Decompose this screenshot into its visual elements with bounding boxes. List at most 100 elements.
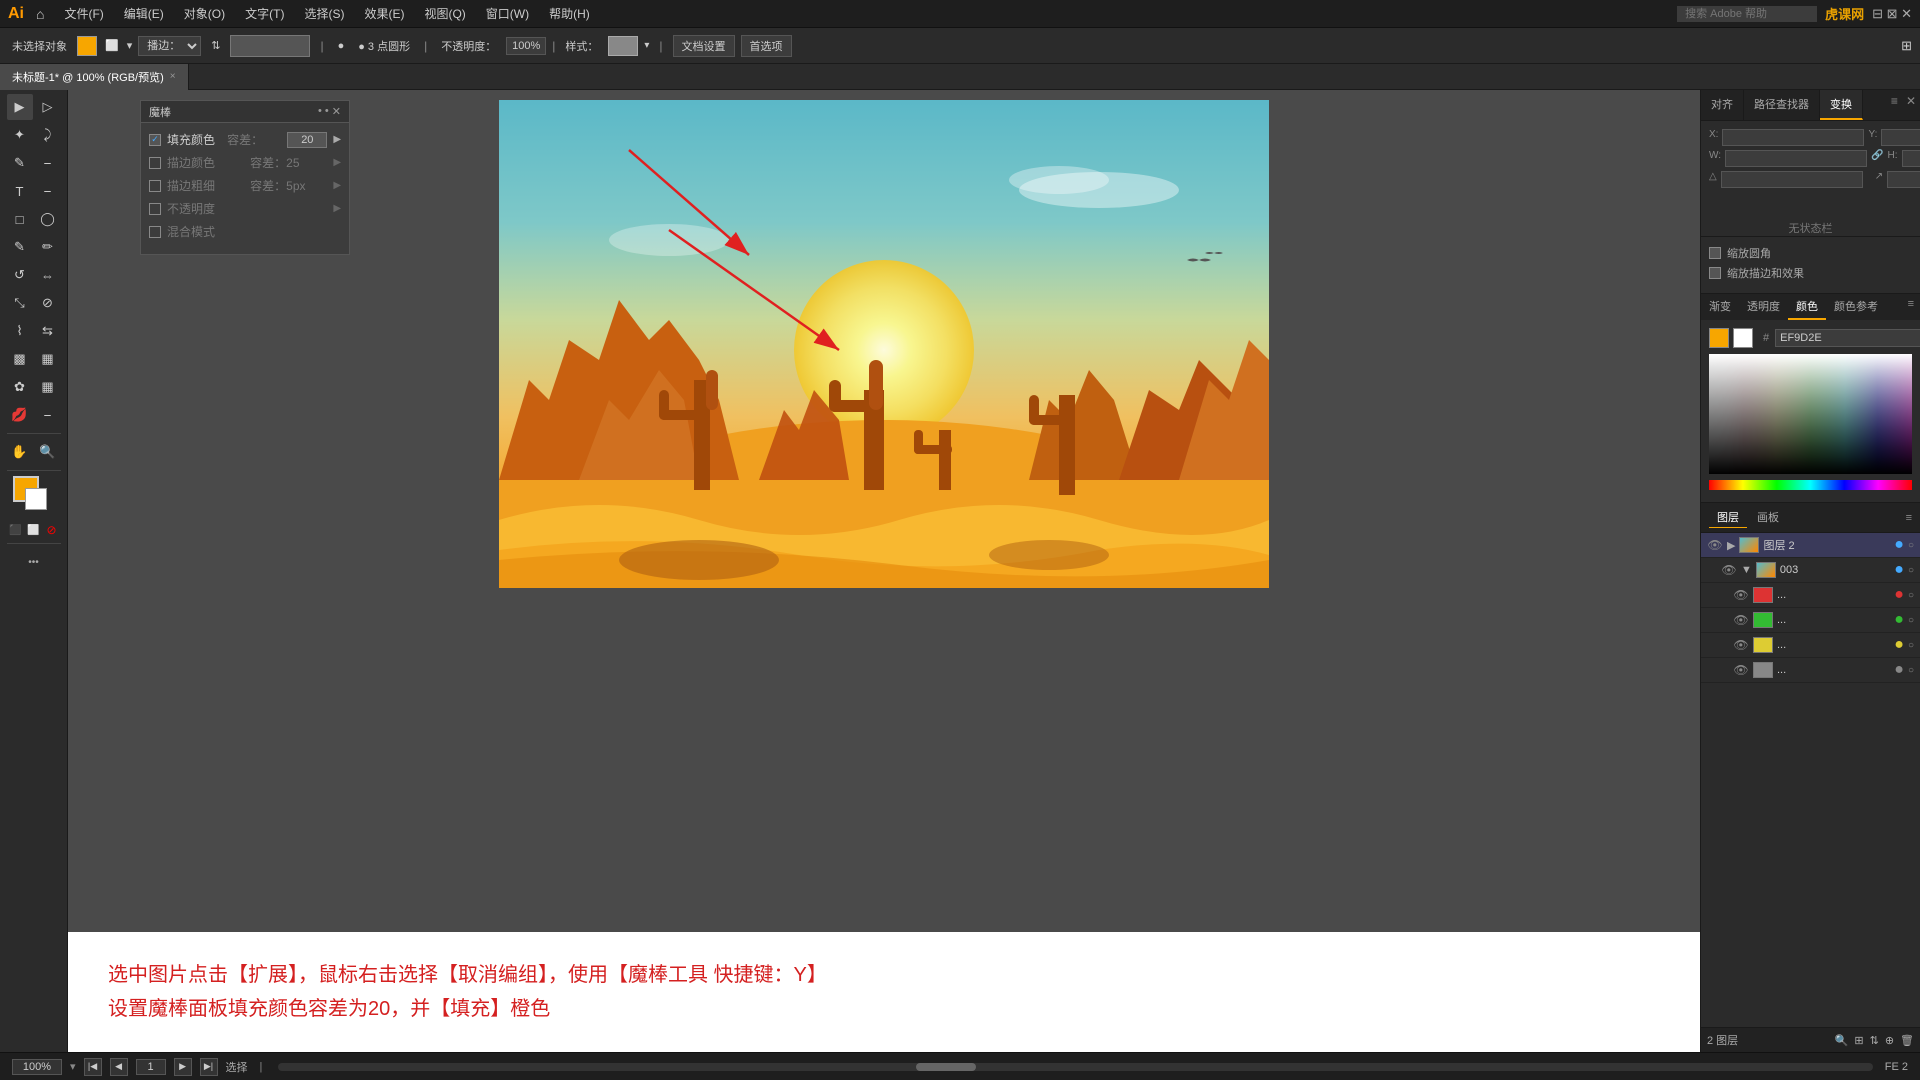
corner-checkbox[interactable] xyxy=(1709,247,1721,259)
document-tab[interactable]: 未标题-1* @ 100% (RGB/预览) × xyxy=(0,64,189,90)
yellow-lock-icon[interactable]: ○ xyxy=(1908,640,1914,651)
layer-search-icon[interactable]: 🔍 xyxy=(1835,1034,1849,1047)
layer-item-layer2[interactable]: 👁 ▶ 图层 2 ● ○ xyxy=(1701,533,1920,558)
layer2-eye-icon[interactable]: 👁 xyxy=(1707,538,1723,552)
hand-tool[interactable]: ✋ xyxy=(7,439,33,465)
menu-help[interactable]: 帮助(H) xyxy=(541,3,598,24)
gray-lock-icon[interactable]: ○ xyxy=(1908,665,1914,676)
ellipse-tool[interactable]: ◯ xyxy=(35,206,61,232)
next-page-btn[interactable]: ▶ xyxy=(174,1058,192,1076)
mode-select[interactable]: 播边： xyxy=(138,36,201,56)
window-controls[interactable]: ⊟ ⊠ ✕ xyxy=(1872,6,1912,22)
shear-input[interactable] xyxy=(1887,171,1920,188)
horizontal-scrollbar[interactable] xyxy=(278,1063,1872,1071)
hex-input[interactable] xyxy=(1775,329,1920,347)
more-tools-btn[interactable]: ••• xyxy=(21,549,47,575)
x-input[interactable] xyxy=(1722,129,1864,146)
close-panel-btn[interactable]: ✕ xyxy=(332,105,341,118)
stroke-swatch[interactable] xyxy=(1733,328,1753,348)
default-colors-icon[interactable]: ⬛ xyxy=(8,522,24,538)
blend-mode-checkbox[interactable] xyxy=(149,226,161,238)
panel-options[interactable]: • • ✕ xyxy=(318,105,341,118)
background-color[interactable] xyxy=(25,488,47,510)
angle-input[interactable] xyxy=(1721,171,1863,188)
transparency-tab[interactable]: 透明度 xyxy=(1739,294,1788,320)
doc-settings-btn[interactable]: 文档设置 xyxy=(673,35,735,57)
color-mode-icon[interactable]: ⬜ xyxy=(26,522,42,538)
menu-select[interactable]: 选择(S) xyxy=(296,3,352,24)
brush-options[interactable]: ▾ xyxy=(127,39,133,52)
width-tool[interactable]: ⇆ xyxy=(35,318,61,344)
rotate-tool[interactable]: ↺ xyxy=(7,262,33,288)
align-tab[interactable]: 对齐 xyxy=(1701,90,1744,120)
eyedropper-tool[interactable]: 💋 xyxy=(7,402,33,428)
fill-swatch[interactable] xyxy=(1709,328,1729,348)
gradient-tab[interactable]: 渐变 xyxy=(1701,294,1739,320)
last-page-btn[interactable]: ▶| xyxy=(200,1058,218,1076)
paintbrush-tool[interactable]: ✎ xyxy=(7,234,33,260)
none-icon[interactable]: ⊘ xyxy=(44,522,60,538)
color-gradient-picker[interactable] xyxy=(1709,354,1912,474)
select-tool[interactable]: ▶ xyxy=(7,94,33,120)
warp-tool[interactable]: ⌇ xyxy=(7,318,33,344)
menu-type[interactable]: 文字(T) xyxy=(237,3,292,24)
opacity-input[interactable] xyxy=(506,37,546,55)
layer2-lock-icon[interactable]: ○ xyxy=(1908,540,1914,551)
layer-arrange-icon[interactable]: ⇅ xyxy=(1870,1034,1879,1047)
layer-item-green[interactable]: 👁 ... ● ○ xyxy=(1701,608,1920,633)
layers-panel-menu[interactable]: ≡ xyxy=(1906,512,1912,524)
layer2-expand-icon[interactable]: ▶ xyxy=(1727,539,1735,552)
003-lock-icon[interactable]: ○ xyxy=(1908,565,1914,576)
layer-delete-icon[interactable]: 🗑 xyxy=(1900,1034,1914,1047)
menu-file[interactable]: 文件(F) xyxy=(56,3,111,24)
green-eye-icon[interactable]: 👁 xyxy=(1733,613,1749,627)
transform-tab[interactable]: 变换 xyxy=(1820,90,1863,120)
layers-tab[interactable]: 图层 xyxy=(1709,507,1747,528)
search-input[interactable] xyxy=(1677,6,1817,22)
yellow-eye-icon[interactable]: 👁 xyxy=(1733,638,1749,652)
zoom-tool[interactable]: 🔍 xyxy=(35,439,61,465)
slice-tool[interactable]: ▦ xyxy=(35,374,61,400)
column-graph-tool[interactable]: ▩ xyxy=(7,346,33,372)
rect-tool[interactable]: □ xyxy=(7,206,33,232)
gray-eye-icon[interactable]: 👁 xyxy=(1733,663,1749,677)
menu-window[interactable]: 窗口(W) xyxy=(478,3,537,24)
layer-create-icon[interactable]: ⊕ xyxy=(1885,1034,1894,1047)
direct-select-tool[interactable]: ▷ xyxy=(35,94,61,120)
prev-page-btn[interactable]: ◀ xyxy=(110,1058,128,1076)
pen-tool[interactable]: ✎ xyxy=(7,150,33,176)
layer-item-yellow[interactable]: 👁 ... ● ○ xyxy=(1701,633,1920,658)
red-eye-icon[interactable]: 👁 xyxy=(1733,588,1749,602)
preferences-btn[interactable]: 首选项 xyxy=(741,35,792,57)
layer-add-page-icon[interactable]: ⊞ xyxy=(1854,1034,1863,1047)
menu-object[interactable]: 对象(O) xyxy=(176,3,233,24)
tolerance-arrow[interactable]: ▶ xyxy=(333,134,341,145)
red-lock-icon[interactable]: ○ xyxy=(1908,590,1914,601)
symbol-tool[interactable]: ✿ xyxy=(7,374,33,400)
color-tab[interactable]: 颜色 xyxy=(1788,294,1826,320)
type-tool[interactable]: T xyxy=(7,178,33,204)
003-expand-icon[interactable]: ▼ xyxy=(1741,564,1752,576)
fill-color-checkbox[interactable]: ✓ xyxy=(149,134,161,146)
style-arrow[interactable]: ▾ xyxy=(644,40,649,51)
003-eye-icon[interactable]: 👁 xyxy=(1721,563,1737,577)
right-panel-close[interactable]: ✕ xyxy=(1902,90,1920,120)
scale-tool[interactable]: ⤡ xyxy=(7,290,33,316)
layer-item-003[interactable]: 👁 ▼ 003 ● ○ xyxy=(1701,558,1920,583)
measure-tool[interactable]: ⎯ xyxy=(35,402,61,428)
pencil-tool[interactable]: ✏ xyxy=(35,234,61,260)
fill-color-swatch[interactable] xyxy=(77,36,97,56)
hue-bar[interactable] xyxy=(1709,480,1912,490)
line-tool[interactable]: ⎯ xyxy=(35,178,61,204)
arrange-icon[interactable]: ⊞ xyxy=(1901,38,1912,54)
color-ref-tab[interactable]: 颜色参考 xyxy=(1826,294,1886,320)
lasso-tool[interactable]: ⤸ xyxy=(35,122,61,148)
w-input[interactable] xyxy=(1725,150,1867,167)
shear-tool[interactable]: ⊘ xyxy=(35,290,61,316)
artboard-tab[interactable]: 画板 xyxy=(1749,507,1787,528)
home-icon[interactable]: ⌂ xyxy=(36,6,44,22)
color-panel-menu[interactable]: ≡ xyxy=(1902,294,1920,320)
menu-edit[interactable]: 编辑(E) xyxy=(116,3,172,24)
curvature-tool[interactable]: ⎯ xyxy=(35,150,61,176)
h-input[interactable] xyxy=(1902,150,1920,167)
